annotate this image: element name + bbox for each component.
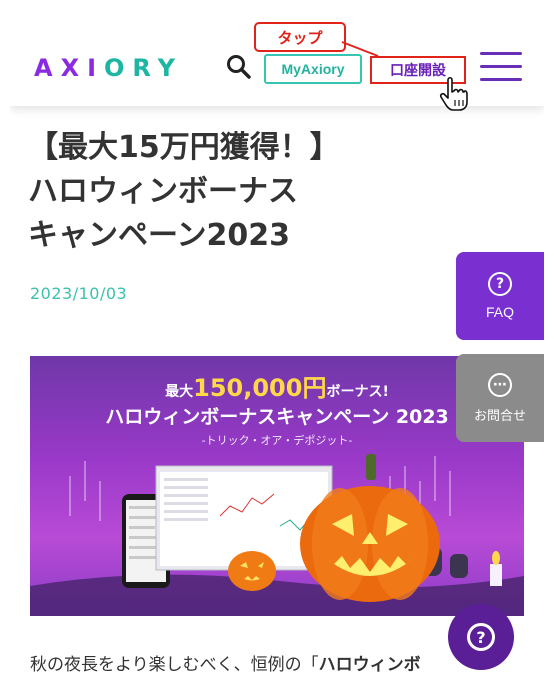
- banner-bonus-line: 最大150,000円ボーナス!: [165, 374, 389, 402]
- faq-button[interactable]: ? FAQ: [456, 252, 544, 340]
- site-header: AXIORY MyAxiory 口座開設 タップ: [10, 8, 544, 111]
- callout-pointer: [341, 41, 379, 57]
- publish-date: 2023/10/03: [30, 284, 128, 303]
- hamburger-menu-icon[interactable]: [480, 52, 522, 84]
- page-frame: AXIORY MyAxiory 口座開設 タップ 【最大15万円獲得！】 ハロウ…: [10, 8, 544, 680]
- banner-headline: ハロウィンボーナスキャンペーン 2023: [105, 406, 449, 428]
- banner-illustration: [30, 454, 524, 616]
- help-icon: ?: [467, 623, 495, 651]
- campaign-banner: 最大150,000円ボーナス! ハロウィンボーナスキャンペーン 2023 -トリ…: [30, 356, 524, 616]
- contact-button[interactable]: ⋯ お問合せ: [456, 354, 544, 442]
- tap-callout: タップ: [254, 22, 346, 52]
- article-title: 【最大15万円獲得！】 ハロウィンボーナス キャンペーン2023: [28, 130, 340, 253]
- question-icon: ?: [488, 272, 512, 296]
- pointer-hand-icon: [439, 76, 468, 111]
- search-icon[interactable]: [226, 54, 252, 80]
- chat-icon: ⋯: [488, 372, 512, 397]
- help-button[interactable]: ?: [448, 604, 514, 670]
- axiory-logo[interactable]: AXIORY: [34, 54, 183, 82]
